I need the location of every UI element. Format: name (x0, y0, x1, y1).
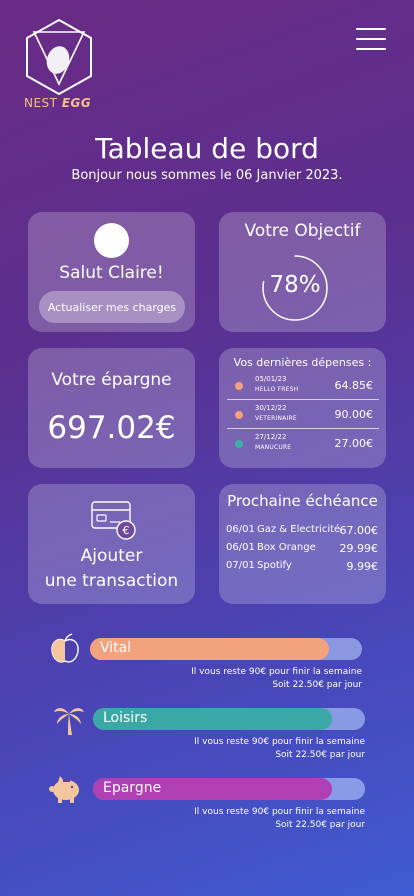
budget-bar-epargne[interactable]: Epargne (93, 778, 365, 800)
next-due-name: Box Orange (257, 542, 316, 553)
expense-category-dot (235, 382, 243, 390)
expense-category-dot (235, 440, 243, 448)
add-transaction-button[interactable]: € Ajouter une transaction (28, 484, 195, 604)
next-due-amount: 67.00€ (339, 524, 379, 537)
next-due-name: Spotify (257, 560, 292, 571)
expense-amount: 27.00€ (334, 437, 374, 450)
savings-card[interactable]: Votre épargne 697.02€ (28, 348, 195, 468)
objective-card[interactable]: Votre Objectif 78% (219, 212, 386, 332)
budget-label: Vital (100, 640, 132, 656)
expense-shop: VETERINAIRE (255, 415, 297, 422)
objective-value: 78% (269, 272, 321, 298)
budget-label: Loisirs (103, 710, 148, 726)
palm-tree-icon (54, 708, 84, 735)
budget-note-loisirs: Il vous reste 90€ pour finir la semaine … (143, 736, 365, 762)
next-due-amount: 9.99€ (346, 560, 379, 573)
expense-amount: 90.00€ (334, 408, 374, 421)
budget-label: Epargne (103, 780, 162, 796)
menu-bar (356, 48, 386, 50)
expense-amount: 64.85€ (334, 379, 374, 392)
next-due-card: Prochaine échéance 06/01 Gaz & Electrici… (219, 484, 386, 604)
card-euro-icon: € (91, 501, 136, 540)
budget-note-line2: Soit 22.50€ par jour (272, 680, 362, 690)
piggy-bank-icon (49, 776, 79, 803)
add-transaction-line1: Ajouter (80, 546, 143, 566)
add-transaction-line2: une transaction (44, 571, 179, 591)
expenses-card: Vos dernières dépenses : 05/01/23 HELLO … (219, 348, 386, 468)
savings-title: Votre épargne (51, 370, 172, 390)
brand-name-suffix: EGG (61, 96, 92, 110)
expense-shop: HELLO FRESH (255, 386, 299, 393)
next-due-title: Prochaine échéance (227, 492, 378, 510)
page-title: Tableau de bord (95, 132, 319, 165)
brand-name-prefix: NEST (24, 96, 58, 110)
brand-name: NEST EGG (24, 96, 91, 110)
greeting: Salut Claire! (59, 263, 164, 283)
budget-note-epargne: Il vous reste 90€ pour finir la semaine … (143, 806, 365, 832)
next-due-name: Gaz & Electricité (257, 524, 341, 535)
next-due-date: 06/01 (226, 542, 255, 553)
objective-title: Votre Objectif (244, 221, 361, 241)
expenses-title: Vos dernières dépenses : (233, 356, 372, 369)
next-due-date: 06/01 (226, 524, 255, 535)
svg-text:€: € (123, 524, 130, 537)
profile-card: Salut Claire! Actualiser mes charges (28, 212, 195, 332)
budget-bar-vital[interactable]: Vital (90, 638, 362, 660)
next-due-row[interactable]: 06/01 Gaz & Electricité 67.00€ (226, 524, 378, 538)
expense-category-dot (235, 411, 243, 419)
update-charges-button[interactable]: Actualiser mes charges (39, 291, 185, 323)
next-due-amount: 29.99€ (339, 542, 379, 555)
budget-note-line2: Soit 22.50€ par jour (275, 820, 365, 830)
hamburger-menu-icon[interactable] (356, 28, 386, 50)
budget-note-vital: Il vous reste 90€ pour finir la semaine … (140, 666, 362, 692)
expense-shop: MANUCURE (255, 444, 292, 451)
menu-bar (356, 38, 386, 40)
divider (227, 428, 379, 429)
expense-row[interactable]: 27/12/22 MANUCURE 27.00€ (227, 430, 379, 458)
savings-amount: 697.02€ (47, 410, 176, 446)
expense-row[interactable]: 05/01/23 HELLO FRESH 64.85€ (227, 372, 379, 400)
budget-note-line1: Il vous reste 90€ pour finir la semaine (191, 667, 362, 677)
budget-bar-loisirs[interactable]: Loisirs (93, 708, 365, 730)
budget-note-line1: Il vous reste 90€ pour finir la semaine (194, 737, 365, 747)
avatar[interactable] (94, 223, 129, 258)
budget-note-line1: Il vous reste 90€ pour finir la semaine (194, 807, 365, 817)
add-transaction-label: Ajouter une transaction (28, 544, 195, 594)
next-due-date: 07/01 (226, 560, 255, 571)
expense-date: 05/01/23 (255, 375, 287, 383)
budget-note-line2: Soit 22.50€ par jour (275, 750, 365, 760)
expense-row[interactable]: 30/12/22 VETERINAIRE 90.00€ (227, 401, 379, 429)
expense-date: 30/12/22 (255, 404, 287, 412)
page-subtitle: Bonjour nous sommes le 06 Janvier 2023. (71, 168, 343, 183)
next-due-row[interactable]: 07/01 Spotify 9.99€ (226, 560, 378, 574)
divider (227, 399, 379, 400)
next-due-row[interactable]: 06/01 Box Orange 29.99€ (226, 542, 378, 556)
menu-bar (356, 28, 386, 30)
expense-date: 27/12/22 (255, 433, 287, 441)
apple-icon (51, 633, 79, 663)
